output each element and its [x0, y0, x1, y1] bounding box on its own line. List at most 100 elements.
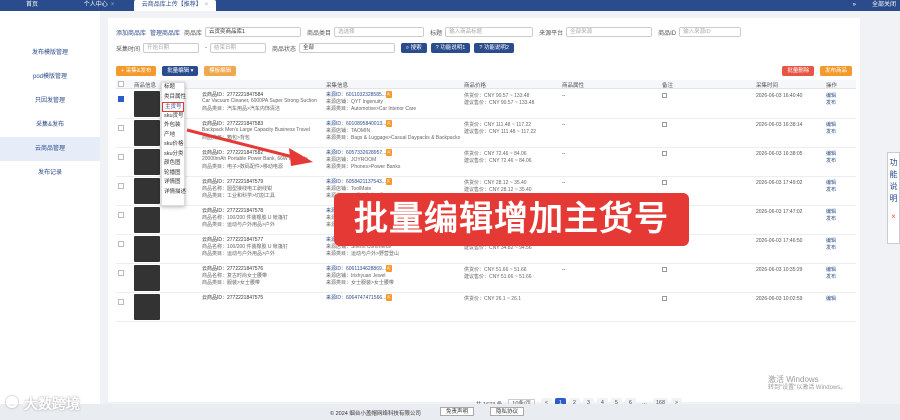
- edit-remark-icon[interactable]: [662, 296, 667, 301]
- collect-time: 2026-06-03 16:38:14: [756, 122, 803, 128]
- edit-remark-icon[interactable]: [662, 180, 667, 185]
- edit-remark-icon[interactable]: [662, 151, 667, 156]
- template-edit-button[interactable]: 模板编辑: [204, 66, 237, 76]
- dropdown-item[interactable]: sku分类: [162, 150, 184, 160]
- library-select[interactable]: 云货奕商品库1: [205, 27, 302, 37]
- close-icon[interactable]: ×: [205, 0, 209, 11]
- dropdown-item[interactable]: sku货号: [162, 112, 184, 122]
- dropdown-item[interactable]: 产地: [162, 131, 184, 141]
- edit-remark-icon[interactable]: [662, 122, 667, 127]
- sidebar-item-only-publish[interactable]: 只因发管理: [0, 89, 100, 113]
- windows-activation-notice: 激活 Windows 转到"设置"以激活 Windows。: [768, 375, 846, 393]
- source-id[interactable]: 来源ID：6011032328585...: [326, 92, 386, 98]
- row-operations: 编辑: [826, 296, 836, 303]
- edit-link[interactable]: 编辑: [826, 238, 836, 244]
- edit-link[interactable]: 编辑: [826, 180, 836, 186]
- dropdown-item[interactable]: 类目属性: [162, 93, 186, 103]
- product-thumbnail[interactable]: [134, 178, 160, 204]
- row-operations: 编辑 发布: [826, 93, 836, 107]
- row-checkbox[interactable]: [118, 125, 124, 131]
- publish-link[interactable]: 发布: [826, 245, 836, 251]
- edit-link[interactable]: 编辑: [826, 151, 836, 157]
- publish-link[interactable]: 发布: [826, 274, 836, 280]
- collect-time: 2026-06-03 10:02:59: [756, 296, 803, 302]
- dropdown-item[interactable]: 外包装: [162, 121, 184, 131]
- platform-select[interactable]: 全部来源: [566, 27, 653, 37]
- publish-link[interactable]: 发布: [826, 216, 836, 222]
- row-checkbox[interactable]: [118, 299, 124, 305]
- source-id[interactable]: 来源ID：6064747471566...: [326, 295, 386, 301]
- sidebar-item-publish-template[interactable]: 发布模版管理: [0, 41, 100, 65]
- source-id[interactable]: 来源ID：6010895840013...: [326, 121, 386, 127]
- header-remark: 备注: [662, 83, 674, 89]
- dropdown-item[interactable]: 颜色图: [162, 159, 184, 169]
- source-id[interactable]: 来源ID：6061134628869...: [326, 266, 386, 272]
- collect-publish-button[interactable]: + 采集&发布: [116, 66, 157, 76]
- row-checkbox[interactable]: [118, 241, 124, 247]
- edit-remark-icon[interactable]: [662, 267, 667, 272]
- disclaimer-button[interactable]: 免责声明: [440, 407, 475, 416]
- dropdown-item[interactable]: 详情图: [162, 178, 184, 188]
- sidebar-item-collect-publish[interactable]: 采集&发布: [0, 113, 100, 137]
- edit-link[interactable]: 编辑: [826, 267, 836, 273]
- row-checkbox[interactable]: [118, 212, 124, 218]
- product-id-input[interactable]: 输入来源ID: [679, 27, 742, 37]
- source-category: 来源类目：Bags & Luggage>Casual Daypacks & Ba…: [326, 135, 461, 141]
- help-floater[interactable]: 功 能 说 明 ×: [887, 152, 900, 244]
- sidebar-item-pod-template[interactable]: pod模版管理: [0, 65, 100, 89]
- edit-link[interactable]: 编辑: [826, 209, 836, 215]
- sidebar-item-publish-record[interactable]: 发布记录: [0, 161, 100, 185]
- row-checkbox[interactable]: [118, 270, 124, 276]
- publish-link[interactable]: 发布: [826, 158, 836, 164]
- category-select[interactable]: 选选择: [334, 27, 425, 37]
- function-guide-1-button[interactable]: ? 功能说明1: [430, 43, 471, 53]
- source-category: 来源类目：Phones>Power Banks: [326, 164, 401, 170]
- product-thumbnail[interactable]: [134, 207, 160, 233]
- dropdown-item[interactable]: sku价格: [162, 140, 184, 150]
- batch-edit-button[interactable]: 批量编辑 ▾: [162, 66, 199, 76]
- edit-link[interactable]: 编辑: [826, 296, 836, 302]
- product-thumbnail[interactable]: [134, 294, 160, 320]
- batch-delete-button[interactable]: 批量删除: [782, 66, 815, 76]
- sidebar-item-cloud-goods[interactable]: 云商品管理: [0, 137, 100, 161]
- tab-home-label: 首页: [25, 2, 38, 8]
- product-thumbnail[interactable]: [134, 236, 160, 262]
- close-all-button[interactable]: 全部关闭: [872, 0, 896, 11]
- publish-goods-button[interactable]: 发布商品: [819, 66, 852, 76]
- search-button[interactable]: ⌕ 搜索: [401, 43, 427, 53]
- dropdown-item[interactable]: 详情描述: [162, 188, 186, 198]
- select-all-checkbox[interactable]: [118, 81, 124, 87]
- row-checkbox[interactable]: [118, 96, 124, 102]
- edit-link[interactable]: 编辑: [826, 122, 836, 128]
- dropdown-item[interactable]: 轮播图: [162, 169, 184, 179]
- close-icon[interactable]: ×: [111, 0, 115, 11]
- manage-library-link[interactable]: 管理商品库: [150, 28, 180, 37]
- start-date-input[interactable]: 开始日期: [143, 43, 200, 53]
- tab-cloud-upload[interactable]: 云商品库上传【推荐】 ×: [134, 0, 216, 11]
- row-checkbox[interactable]: [118, 183, 124, 189]
- title-input[interactable]: 输入商品标题: [445, 27, 534, 37]
- privacy-button[interactable]: 隐私协议: [490, 407, 525, 416]
- status-select[interactable]: 全部: [299, 43, 396, 53]
- publish-link[interactable]: 发布: [826, 187, 836, 193]
- dropdown-item[interactable]: 标题: [162, 83, 184, 93]
- edit-link[interactable]: 编辑: [826, 93, 836, 99]
- product-thumbnail[interactable]: [134, 265, 160, 291]
- row-checkbox[interactable]: [118, 154, 124, 160]
- source-id[interactable]: 来源ID：6058421137543...: [326, 179, 386, 185]
- dropdown-item[interactable]: 主货号: [162, 102, 184, 112]
- source-id[interactable]: 来源ID：6057332628957...: [326, 150, 386, 156]
- tab-personal-center[interactable]: 个人中心 ×: [64, 0, 134, 11]
- publish-link[interactable]: 发布: [826, 129, 836, 135]
- add-library-link[interactable]: 添加商品库: [116, 28, 146, 37]
- publish-link[interactable]: 发布: [826, 100, 836, 106]
- end-date-input[interactable]: 结束日期: [210, 43, 267, 53]
- edit-remark-icon[interactable]: [662, 93, 667, 98]
- product-thumbnail[interactable]: [134, 149, 160, 175]
- tab-home[interactable]: 首页: [0, 0, 64, 11]
- function-guide-2-button[interactable]: ? 功能说明2: [474, 43, 514, 53]
- close-icon[interactable]: ×: [888, 211, 899, 223]
- product-thumbnail[interactable]: [134, 120, 160, 146]
- chevron-right-icon[interactable]: »: [853, 0, 856, 11]
- product-thumbnail[interactable]: [134, 91, 160, 117]
